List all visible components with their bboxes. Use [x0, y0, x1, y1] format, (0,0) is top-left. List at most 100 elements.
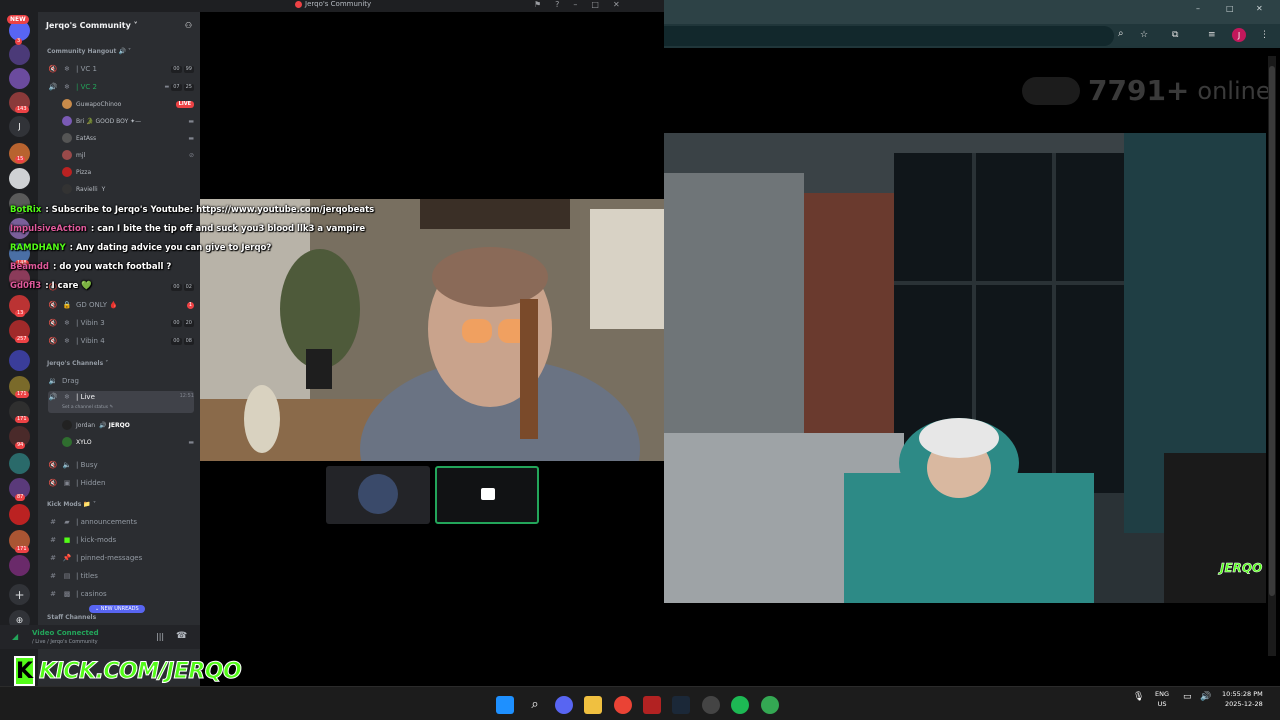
voice-user[interactable]: Bri 🐊 GOOD BOY ✦— ▬ — [62, 114, 194, 128]
disconnect-icon[interactable]: ☎ — [176, 631, 187, 641]
channel-casinos[interactable]: # ▩ | casinos — [48, 587, 194, 601]
server-icon[interactable] — [9, 350, 30, 371]
volume-icon[interactable]: 🔊 — [1200, 692, 1211, 702]
start-icon[interactable] — [496, 696, 514, 714]
steam-icon[interactable] — [672, 696, 690, 714]
voice-user[interactable]: Jordan 🔊 JERQO — [62, 418, 194, 432]
inbox-icon[interactable]: ⚑ — [534, 0, 541, 9]
channel-name: | VC 2 — [76, 83, 97, 91]
server-icon[interactable] — [9, 168, 30, 189]
bookmark-star-icon[interactable]: ☆ — [1140, 30, 1148, 40]
channel-name: | pinned-messages — [76, 554, 143, 562]
category-community-hangout[interactable]: Community Hangout 🔊 ˅ — [47, 48, 131, 55]
chrome-icon[interactable] — [614, 696, 632, 714]
menu-kebab-icon[interactable]: ⋮ — [1260, 30, 1269, 40]
kick-url-text: KICK.COM/JERQO — [39, 658, 243, 684]
maximize-icon[interactable]: □ — [1226, 4, 1234, 13]
minimize-icon[interactable]: – — [573, 0, 577, 9]
channel-vibin3[interactable]: 🔇 ❄ | Vibin 3 00 20 — [48, 316, 194, 330]
webcam-feed-image — [200, 199, 664, 461]
category-jerqos-channels[interactable]: Jerqo's Channels ˅ — [47, 360, 108, 367]
signal-icon[interactable]: ◢ — [12, 632, 18, 641]
server-icon[interactable] — [9, 44, 30, 65]
voice-user[interactable]: GuwapoChinoo LIVE — [62, 97, 194, 111]
channel-pinned-messages[interactable]: # 📌 | pinned-messages — [48, 551, 194, 565]
channel-vc1[interactable]: 🔇 ❄ | VC 1 00 99 — [48, 62, 194, 76]
channel-name: | Hidden — [76, 479, 106, 487]
user-tag: 🔊 JERQO — [99, 421, 130, 429]
language-code: ENG — [1155, 690, 1170, 698]
add-server-icon[interactable]: + — [9, 584, 30, 605]
chat-text: : Subscribe to Jerqo's Youtube: https://… — [45, 205, 375, 215]
titlebar-controls: ⚑ ? – □ ✕ — [534, 0, 620, 9]
server-icon[interactable] — [9, 453, 30, 474]
voice-user[interactable]: XYLO ▬ — [62, 435, 194, 449]
snowflake-icon: ❄ — [64, 393, 70, 401]
language-indicator[interactable]: ENG US — [1155, 689, 1169, 709]
video-icon: ▬ — [188, 134, 194, 142]
camera-icon — [481, 488, 495, 500]
guild-header[interactable]: Jerqo's Community ˅ ⚇ — [38, 12, 200, 38]
new-unreads-button[interactable]: ⌄ NEW UNREADS — [89, 605, 145, 613]
voice-location[interactable]: / Live / Jerqo's Community — [32, 639, 98, 645]
voice-status: Video Connected — [32, 629, 99, 637]
screenshare-video[interactable] — [200, 199, 664, 461]
server-mention-badge: 94 — [15, 442, 26, 449]
invite-people-icon[interactable]: ⚇ — [185, 21, 192, 30]
channel-name: | Vibin 3 — [76, 319, 105, 327]
voice-user[interactable]: EatAss ▬ — [62, 131, 194, 145]
discord-titlebar: Jerqo's Community ⚑ ? – □ ✕ — [0, 0, 664, 12]
channel-vc2[interactable]: 🔊 ❄ | VC 2 ▬ 07 25 — [48, 80, 194, 94]
channel-vibin4[interactable]: 🔇 ❄ | Vibin 4 00 08 — [48, 334, 194, 348]
jerqo-overlay-logo: JERQO — [1220, 561, 1263, 576]
category-kick-mods[interactable]: Kick Mods 📁 ˅ — [47, 501, 96, 508]
server-icon[interactable] — [9, 555, 30, 576]
channel-announcements[interactable]: # ▰ | announcements — [48, 515, 194, 529]
channel-busy[interactable]: 🔇 🔈 | Busy — [48, 458, 194, 472]
minimize-icon[interactable]: – — [1196, 4, 1200, 13]
user-tag: Y — [101, 185, 106, 193]
chrome-profile-icon[interactable] — [761, 696, 779, 714]
participant-tile-active[interactable] — [435, 466, 539, 524]
noise-suppression-icon[interactable]: ||| — [156, 632, 164, 641]
voice-user[interactable]: mjl ⊘ — [62, 148, 194, 162]
discord-title-text: Jerqo's Community — [305, 0, 372, 8]
voice-user[interactable]: Pizza — [62, 165, 194, 179]
channel-drag[interactable]: 🔉 Drag — [48, 374, 194, 388]
browser-window: – □ ✕ ⌕ ☆ ⧉ ≡ J ⋮ 7791+ online JERQO — [664, 0, 1280, 686]
server-icon[interactable] — [9, 68, 30, 89]
media-control-icon[interactable]: ≡ — [1208, 30, 1216, 40]
microphone-icon[interactable]: 🎙 — [1133, 692, 1144, 702]
channel-status[interactable]: Set a channel status ✎ — [62, 405, 113, 410]
clock[interactable]: 10:55:28 PM 2025-12-28 — [1222, 689, 1263, 709]
voice-user[interactable]: Ravielli Y — [62, 182, 194, 196]
server-icon[interactable] — [9, 504, 30, 525]
address-bar[interactable]: ⌕ — [664, 26, 1124, 46]
help-icon[interactable]: ? — [555, 0, 559, 9]
discord-app-icon[interactable] — [555, 696, 573, 714]
app-icon[interactable] — [702, 696, 720, 714]
avatar — [62, 150, 72, 160]
channel-gd-only[interactable]: 🔇 🔒 GD ONLY 🩸 1 — [48, 298, 194, 312]
network-icon[interactable]: ▭ — [1183, 692, 1192, 702]
channel-kick-mods[interactable]: # ■ | kick-mods — [48, 533, 194, 547]
maximize-icon[interactable]: □ — [591, 0, 599, 9]
count-badge: 08 — [183, 337, 194, 345]
voice-user-name: GuwapoChinoo — [76, 100, 122, 108]
spotify-icon[interactable] — [731, 696, 749, 714]
close-icon[interactable]: ✕ — [1256, 4, 1263, 13]
category-staff-channels[interactable]: Staff Channels — [47, 614, 96, 621]
channel-hidden[interactable]: 🔇 ▣ | Hidden — [48, 476, 194, 490]
stream-video[interactable]: JERQO — [664, 133, 1266, 603]
profile-avatar[interactable]: J — [1232, 28, 1246, 42]
scrollbar-thumb[interactable] — [1269, 66, 1275, 596]
search-icon[interactable]: ⌕ — [526, 696, 544, 714]
server-icon-j[interactable]: J — [9, 116, 30, 137]
extensions-icon[interactable]: ⧉ — [1172, 30, 1178, 40]
close-icon[interactable]: ✕ — [613, 0, 620, 9]
file-explorer-icon[interactable] — [584, 696, 602, 714]
zoom-icon[interactable]: ⌕ — [1118, 28, 1124, 39]
channel-titles[interactable]: # ▤ | titles — [48, 569, 194, 583]
app-icon[interactable] — [643, 696, 661, 714]
participant-tile[interactable] — [326, 466, 430, 524]
